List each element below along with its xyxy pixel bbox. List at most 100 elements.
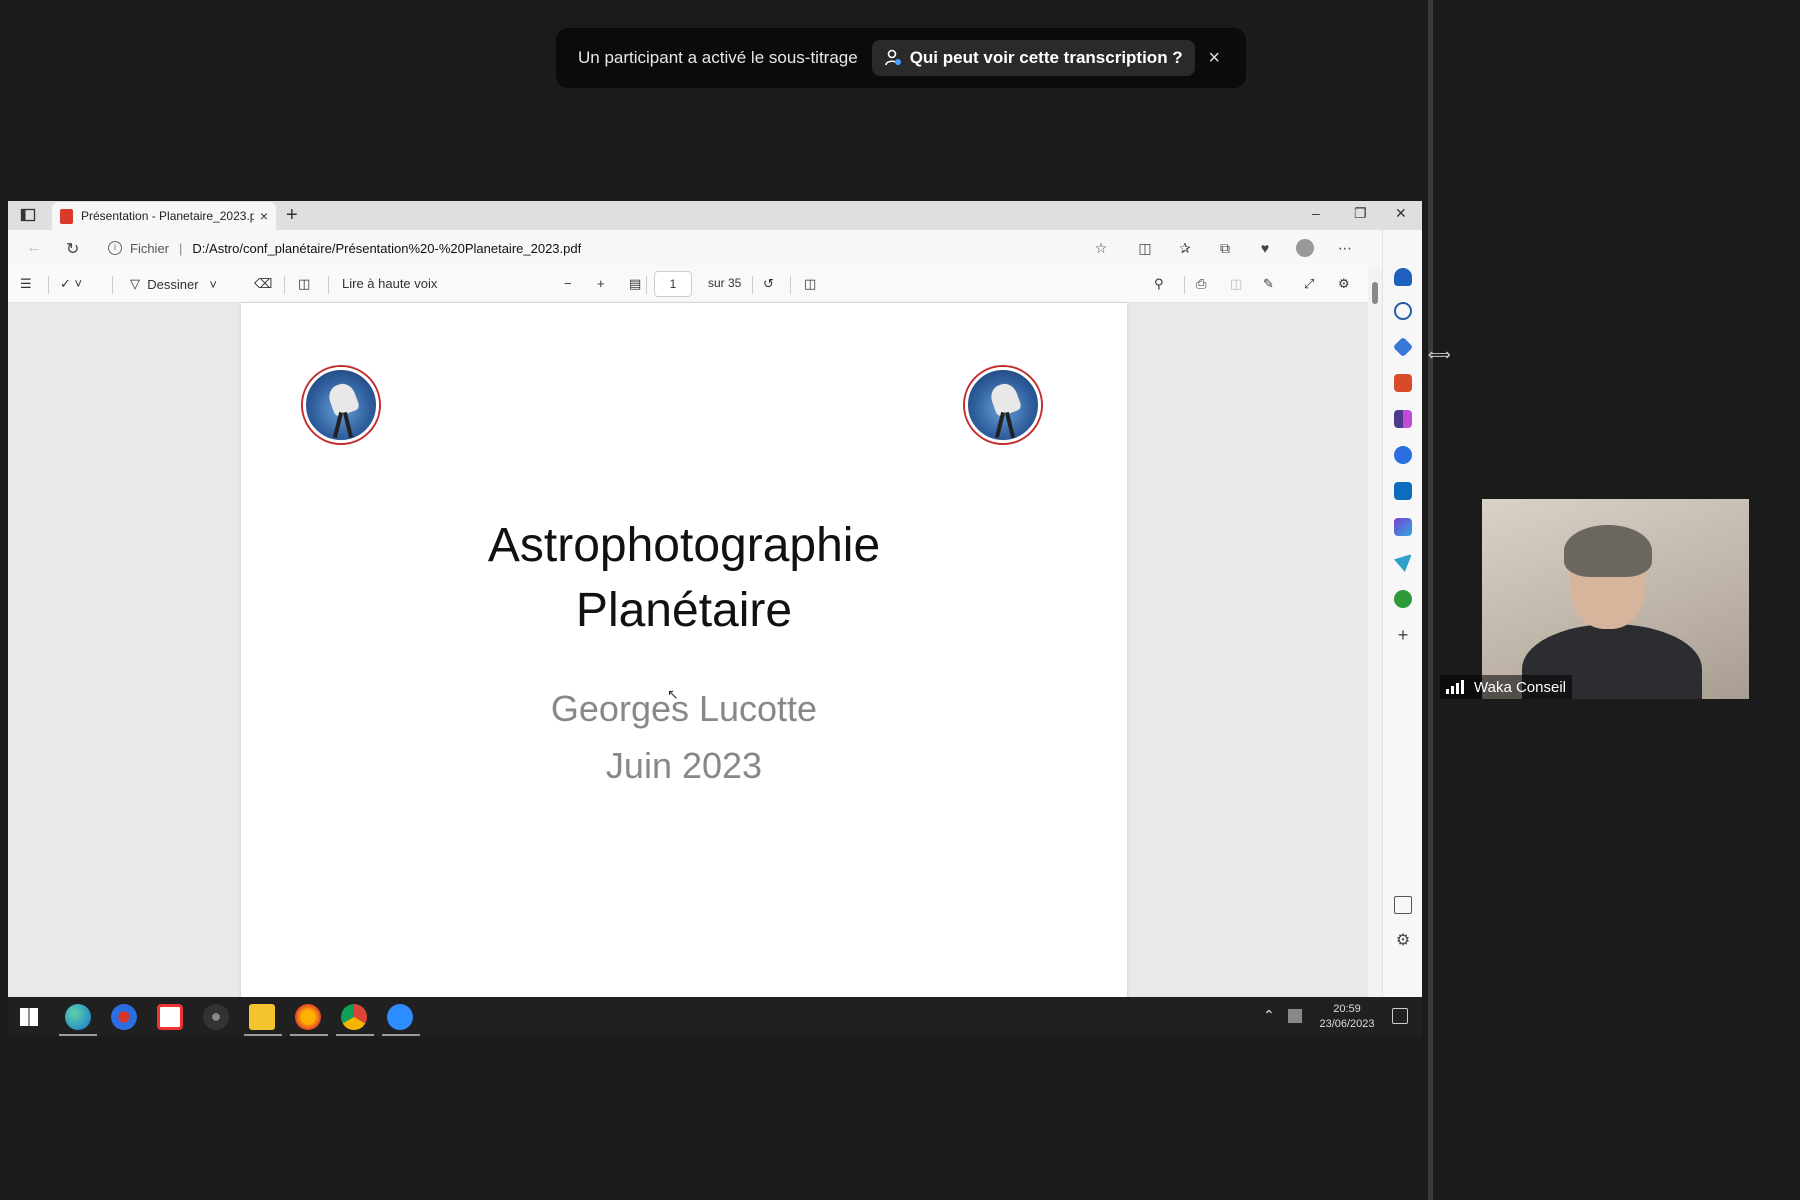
restore-icon[interactable]: ❐ <box>1354 205 1367 222</box>
zoom-icon[interactable] <box>387 1004 413 1030</box>
zoom-out-icon[interactable]: − <box>564 276 572 291</box>
participant-name-tag: Waka Conseil <box>1440 675 1572 699</box>
settings-icon[interactable]: ⚙ <box>1338 276 1350 292</box>
browser-tab-bar: Présentation - Planetaire_2023.p × + – ❐… <box>8 201 1422 230</box>
minimize-icon[interactable]: – <box>1312 205 1320 221</box>
info-icon[interactable]: i <box>108 241 122 255</box>
vertical-scrollbar[interactable] <box>1368 266 1382 997</box>
text-view-icon[interactable]: ◫ <box>298 276 310 292</box>
fullscreen-icon[interactable]: ⤢ <box>1304 276 1314 292</box>
read-aloud-button[interactable]: Lire à haute voix <box>342 276 437 291</box>
rotate-icon[interactable]: ↺ <box>763 276 774 292</box>
contents-icon[interactable]: ☰ <box>20 276 32 292</box>
page-view-icon[interactable]: ◫ <box>804 276 816 292</box>
shared-screen: Présentation - Planetaire_2023.p × + – ❐… <box>8 201 1422 997</box>
clock-date: 23/06/2023 <box>1319 1018 1375 1030</box>
windows-taskbar: ⌃ 20:59 23/06/2023 <box>8 997 1422 1037</box>
edge-sidebar: + ⚙ <box>1382 230 1422 997</box>
resize-cursor-icon: ⟺ <box>1428 347 1451 364</box>
mouse-cursor-icon: ↖ <box>667 686 679 702</box>
edge-icon[interactable] <box>65 1004 91 1030</box>
close-icon[interactable]: × <box>1204 47 1224 70</box>
highlight-icon[interactable]: ✓ ˅ <box>60 276 82 292</box>
back-icon[interactable]: ← <box>26 239 42 257</box>
hide-sidebar-icon[interactable] <box>1394 896 1412 914</box>
toolbar-divider <box>1184 276 1185 294</box>
tray-chevron-up-icon[interactable]: ⌃ <box>1263 1007 1275 1024</box>
participant-hair <box>1564 525 1652 577</box>
clock-time: 20:59 <box>1333 1003 1361 1015</box>
search-icon[interactable]: ⚲ <box>1154 276 1164 292</box>
pen-icon: ▽ <box>130 276 148 291</box>
club-logo-right <box>965 367 1041 443</box>
draw-button[interactable]: ▽ Dessiner ˅ <box>130 276 217 292</box>
tree-icon[interactable] <box>1394 590 1412 608</box>
sidebar-settings-icon[interactable]: ⚙ <box>1394 932 1412 950</box>
system-clock[interactable]: 20:59 23/06/2023 <box>1312 1002 1382 1032</box>
scrollbar-thumb[interactable] <box>1372 282 1378 304</box>
slide-title-line1: Astrophotographie <box>487 519 881 572</box>
profile-avatar[interactable] <box>1296 239 1314 257</box>
app-indicator <box>382 1034 420 1036</box>
app-indicator <box>244 1034 282 1036</box>
favorites-icon[interactable]: ✰ <box>1176 239 1194 257</box>
games-icon[interactable] <box>1394 410 1412 428</box>
start-icon[interactable] <box>20 1008 38 1026</box>
slide-date: Juin 2023 <box>605 745 763 786</box>
notification-bell-icon[interactable] <box>1394 268 1412 286</box>
tab-close-icon[interactable]: × <box>260 208 268 224</box>
page-number-input[interactable]: 1 <box>654 271 692 297</box>
outlook-icon[interactable] <box>1394 482 1412 500</box>
eraser-icon[interactable]: ⌫ <box>254 276 272 292</box>
panel-resize-divider[interactable] <box>1428 0 1433 1200</box>
url-scheme: Fichier <box>130 240 170 256</box>
transcription-info-label: Qui peut voir cette transcription ? <box>909 48 1183 67</box>
refresh-icon[interactable]: ↻ <box>66 239 79 259</box>
page-total: sur 35 <box>708 276 742 290</box>
collections-icon[interactable]: ⧉ <box>1216 239 1234 257</box>
recorder-icon[interactable] <box>157 1004 183 1030</box>
microsoft-365-icon[interactable] <box>1394 446 1412 464</box>
mail-app-icon[interactable] <box>111 1004 137 1030</box>
slide-author: Georges Lucotte <box>550 688 818 729</box>
astro-app-icon[interactable] <box>203 1004 229 1030</box>
app-indicator <box>290 1034 328 1036</box>
app-indicator <box>336 1034 374 1036</box>
shopping-tag-icon[interactable] <box>1392 336 1414 358</box>
pdf-page: Astrophotographie Planétaire Georges Luc… <box>241 303 1127 997</box>
tools-icon[interactable] <box>1394 374 1412 392</box>
transcription-info-button[interactable]: Qui peut voir cette transcription ? <box>871 40 1195 76</box>
pdf-viewer[interactable]: Astrophotographie Planétaire Georges Luc… <box>8 303 1368 997</box>
more-options-icon[interactable]: ⋯ <box>1336 239 1354 257</box>
club-logo-left <box>303 367 379 443</box>
caption-banner: Un participant a activé le sous-titrage … <box>556 28 1246 88</box>
new-tab-button[interactable]: + <box>286 204 298 227</box>
network-icon[interactable] <box>1288 1009 1302 1023</box>
add-app-icon[interactable]: + <box>1394 626 1412 644</box>
tab-actions-icon[interactable] <box>20 207 36 223</box>
chrome-icon[interactable] <box>341 1004 367 1030</box>
print-icon[interactable]: ⎙ <box>1196 276 1206 292</box>
save-as-icon[interactable]: ✎ <box>1263 276 1274 292</box>
notification-center-icon[interactable] <box>1392 1008 1408 1024</box>
favorite-star-icon[interactable]: ☆ <box>1092 239 1110 257</box>
participant-video[interactable] <box>1482 499 1749 699</box>
save-icon[interactable]: ◫ <box>1230 276 1242 292</box>
split-screen-icon[interactable]: ◫ <box>1136 239 1154 257</box>
zoom-in-icon[interactable]: + <box>597 276 605 291</box>
draw-label: Dessiner <box>147 276 199 292</box>
firefox-icon[interactable] <box>295 1004 321 1030</box>
url-separator: | <box>179 240 183 256</box>
send-icon[interactable] <box>1394 554 1412 572</box>
file-explorer-icon[interactable] <box>249 1004 275 1030</box>
tab-title: Présentation - Planetaire_2023.p <box>81 209 254 223</box>
sidebar-search-icon[interactable] <box>1394 302 1412 320</box>
toolbar-divider <box>112 276 113 294</box>
browser-essentials-icon[interactable]: ♥ <box>1256 239 1274 257</box>
fit-width-icon[interactable]: ▤ <box>629 276 641 292</box>
url-field[interactable]: i Fichier | D:/Astro/conf_planétaire/Pré… <box>108 234 1098 262</box>
designer-icon[interactable] <box>1394 518 1412 536</box>
chevron-down-icon: ˅ <box>198 276 217 292</box>
window-close-icon[interactable]: ✕ <box>1395 205 1407 222</box>
browser-tab[interactable]: Présentation - Planetaire_2023.p × <box>52 202 276 230</box>
